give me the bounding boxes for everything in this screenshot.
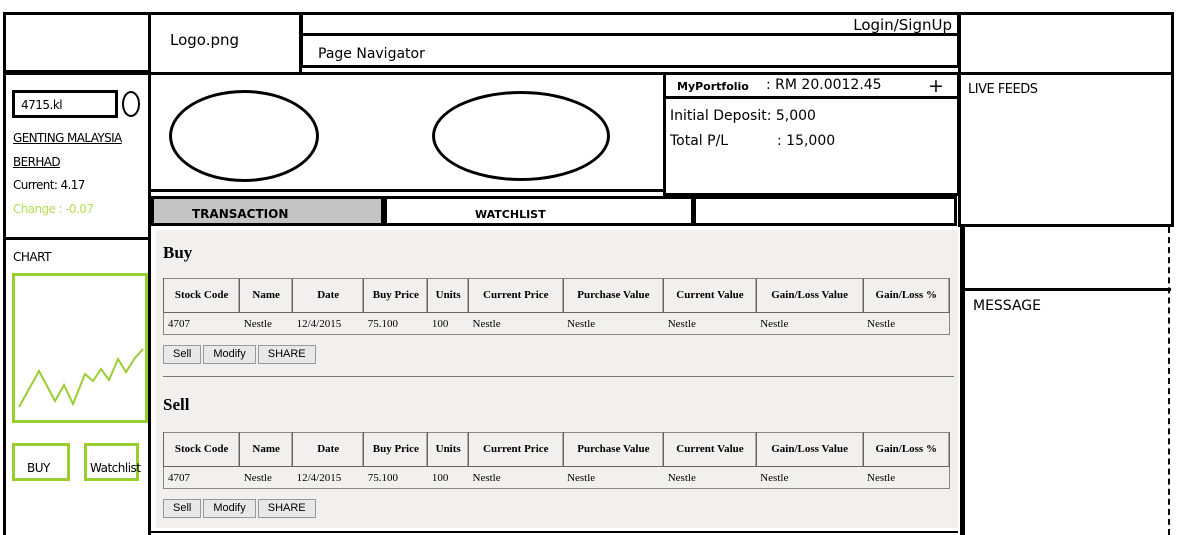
cell-current-value: Nestle <box>667 317 696 330</box>
cell-units: 100 <box>431 471 449 484</box>
col-current-value: Current Value <box>663 432 757 467</box>
header-right-blank <box>958 12 1174 72</box>
col-buy-price: Buy Price <box>363 278 429 313</box>
col-stock-code: Stock Code <box>162 432 241 467</box>
stock-current-price: Current: 4.17 <box>13 178 85 192</box>
buy-actions: Sell Modify SHARE <box>163 344 318 364</box>
add-portfolio-icon[interactable]: + <box>928 75 944 97</box>
chart-sparkline <box>18 348 144 408</box>
sell-button[interactable]: Sell <box>163 499 202 518</box>
table-row[interactable]: 4707 Nestle 12/4/2015 75.100 100 Nestle … <box>164 313 950 335</box>
cell-date: 12/4/2015 <box>296 471 342 484</box>
col-date: Date <box>292 278 365 313</box>
bottom-border <box>150 531 958 533</box>
col-gainloss-pct: Gain/Loss % <box>862 278 950 313</box>
portfolio-value: : RM 20.0012.45 <box>766 77 882 93</box>
sell-button[interactable]: Sell <box>163 345 202 364</box>
col-name: Name <box>239 278 294 313</box>
total-pl-label: Total P/L <box>670 133 729 149</box>
cell-gainloss-value: Nestle <box>760 317 789 330</box>
chart-label: CHART <box>13 250 51 264</box>
col-purchase-value: Purchase Value <box>562 432 665 467</box>
col-gainloss-value: Gain/Loss Value <box>755 432 864 467</box>
col-units: Units <box>427 278 469 313</box>
sell-section-title: Sell <box>163 395 190 414</box>
stock-name-line2[interactable]: BERHAD <box>13 155 61 169</box>
buy-table-header: Stock Code Name Date Buy Price Units Cur… <box>162 278 950 313</box>
col-current-price: Current Price <box>468 278 564 313</box>
right-edge-dashed <box>1168 227 1170 535</box>
buy-button[interactable]: BUY <box>12 443 70 481</box>
cell-purchase-value: Nestle <box>567 471 596 484</box>
initial-deposit: Initial Deposit: 5,000 <box>670 108 816 124</box>
modify-button[interactable]: Modify <box>203 345 256 364</box>
tab-watchlist[interactable]: WATCHLIST <box>384 196 694 226</box>
col-date: Date <box>292 432 365 467</box>
cell-gainloss-value: Nestle <box>760 471 789 484</box>
cell-name: Nestle <box>243 317 272 330</box>
col-current-value: Current Value <box>663 278 757 313</box>
image-placeholder-2 <box>432 91 610 181</box>
live-feeds-label: LIVE FEEDS <box>968 82 1038 97</box>
message-label: MESSAGE <box>973 298 1041 314</box>
col-name: Name <box>239 432 294 467</box>
tab-transaction[interactable]: TRANSACTION <box>151 196 384 226</box>
cell-name: Nestle <box>243 471 272 484</box>
cell-gainloss-pct: Nestle <box>867 317 896 330</box>
stock-name-line1[interactable]: GENTING MALAYSIA <box>13 131 122 145</box>
cell-purchase-value: Nestle <box>567 317 596 330</box>
col-buy-price: Buy Price <box>363 432 429 467</box>
buy-table: Stock Code Name Date Buy Price Units Cur… <box>162 278 950 335</box>
page-navigator[interactable]: Page Navigator <box>318 46 425 62</box>
tab-empty <box>693 196 957 226</box>
buy-section-title: Buy <box>163 243 193 262</box>
image-placeholder-1 <box>169 90 319 182</box>
search-icon[interactable] <box>122 91 140 117</box>
logo[interactable]: Logo.png <box>170 31 239 49</box>
message-panel <box>960 227 1170 535</box>
header-left-blank <box>3 12 151 72</box>
portfolio-title: MyPortfolio <box>677 80 749 93</box>
chart-line <box>18 348 144 408</box>
section-divider <box>163 376 954 377</box>
stock-code-input[interactable]: 4715.kl <box>12 90 118 118</box>
total-pl-value: : 15,000 <box>777 133 836 149</box>
watchlist-button[interactable]: Watchlist <box>84 443 141 481</box>
sell-table-header: Stock Code Name Date Buy Price Units Cur… <box>162 432 950 467</box>
share-button[interactable]: SHARE <box>257 499 316 518</box>
col-units: Units <box>427 432 469 467</box>
cell-current-price: Nestle <box>472 317 501 330</box>
cell-units: 100 <box>431 317 449 330</box>
table-row[interactable]: 4707 Nestle 12/4/2015 75.100 100 Nestle … <box>164 467 950 489</box>
stock-change: Change : -0.07 <box>13 202 94 216</box>
cell-stock-code: 4707 <box>168 471 190 484</box>
share-button[interactable]: SHARE <box>257 345 316 364</box>
col-stock-code: Stock Code <box>162 278 241 313</box>
chart-box <box>12 273 148 423</box>
col-gainloss-pct: Gain/Loss % <box>862 432 950 467</box>
cell-current-value: Nestle <box>667 471 696 484</box>
message-divider <box>963 288 1171 291</box>
cell-buy-price: 75.100 <box>367 471 399 484</box>
sell-actions: Sell Modify SHARE <box>163 498 318 518</box>
cell-current-price: Nestle <box>472 471 501 484</box>
col-current-price: Current Price <box>468 432 564 467</box>
sell-table: Stock Code Name Date Buy Price Units Cur… <box>162 432 950 489</box>
modify-button[interactable]: Modify <box>203 499 256 518</box>
login-signup-link[interactable]: Login/SignUp <box>853 16 952 34</box>
cell-gainloss-pct: Nestle <box>867 471 896 484</box>
cell-date: 12/4/2015 <box>296 317 342 330</box>
col-gainloss-value: Gain/Loss Value <box>755 278 864 313</box>
col-purchase-value: Purchase Value <box>562 278 665 313</box>
cell-buy-price: 75.100 <box>367 317 399 330</box>
cell-stock-code: 4707 <box>168 317 190 330</box>
